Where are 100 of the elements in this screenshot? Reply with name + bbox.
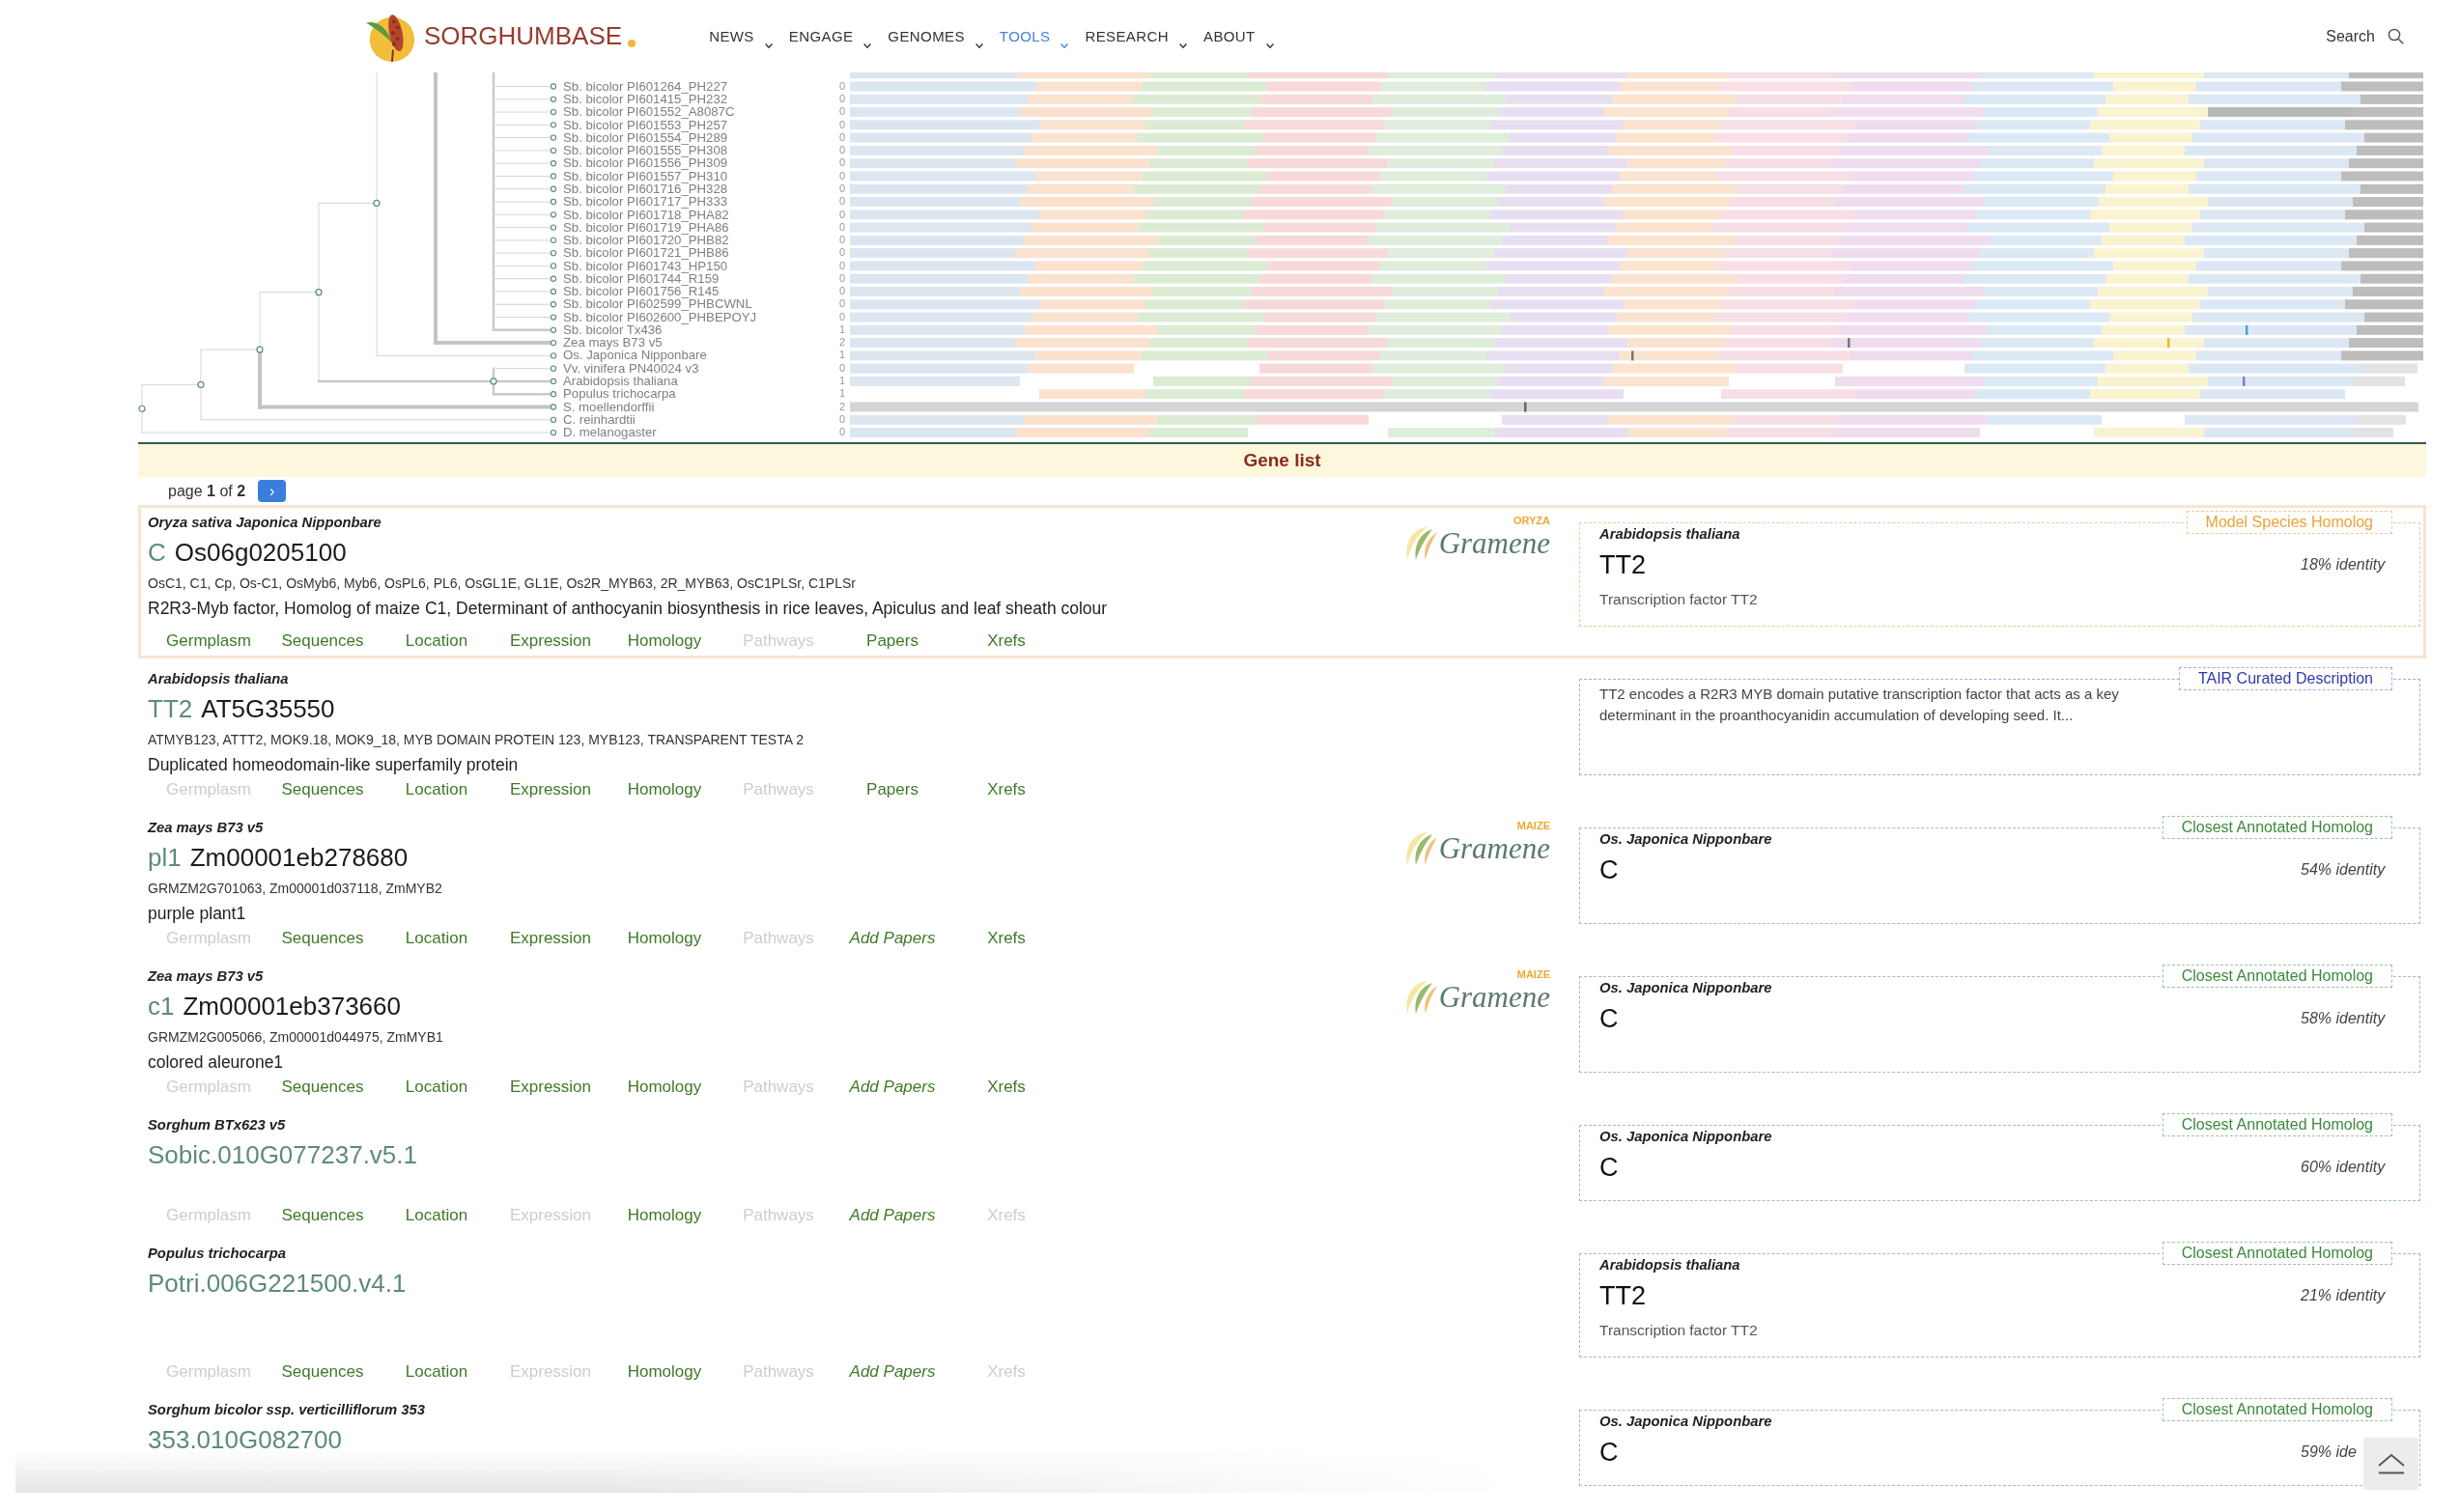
gene-symbol: TT2 (148, 694, 193, 723)
identity-percentage: 54% identity (2301, 861, 2386, 878)
gene-section-link[interactable]: Xrefs (987, 927, 1026, 950)
caret-icon (863, 43, 872, 48)
scroll-to-top-button[interactable] (2363, 1438, 2418, 1490)
gene-section-link[interactable]: Homology (627, 1076, 702, 1099)
gene-id: Zm00001eb373660 (183, 992, 401, 1021)
homolog-type-badge: Model Species Homolog (2186, 511, 2392, 534)
homolog-species-name: Os. Japonica Nipponbare (1599, 831, 1772, 847)
gene-synonyms: GRMZM2G005066, Zm00001d044975, ZmMYB1 (148, 1029, 443, 1045)
nav-menu-item[interactable]: NEWS (709, 24, 773, 48)
taxon-count: 0 (839, 259, 846, 271)
taxon-count: 0 (839, 105, 846, 118)
gene-section-link[interactable]: Homology (627, 1204, 702, 1227)
homolog-symbol: C (1599, 854, 1620, 886)
homolog-species-name: Arabidopsis thaliana (1599, 1257, 1740, 1273)
gene-section-link[interactable]: Sequences (281, 927, 364, 950)
homolog-type-badge: Closest Annotated Homolog (2162, 965, 2392, 988)
gene-section-link[interactable]: Location (405, 1076, 468, 1099)
taxon-label: Sb. bicolor PI602600_PHBEPOYJ (563, 309, 757, 324)
homolog-type-badge: Closest Annotated Homolog (2162, 1398, 2392, 1421)
species-name: Populus trichocarpa (148, 1246, 287, 1261)
gene-section-link[interactable]: Germplasm (166, 630, 251, 653)
taxon-label: Sb. bicolor Tx436 (563, 322, 663, 337)
gene-section-link[interactable]: Location (405, 630, 468, 653)
gene-section-link[interactable]: Add Papers (849, 1360, 936, 1384)
gene-section-link[interactable]: Sequences (281, 1076, 364, 1099)
caret-icon (764, 43, 773, 48)
gene-section-link[interactable]: Papers (866, 778, 919, 801)
gene-section-link[interactable]: Homology (627, 1360, 702, 1384)
taxon-label: C. reinhardtii (563, 411, 636, 427)
gene-section-link[interactable]: Expression (509, 630, 592, 653)
gene-section-link[interactable]: Location (405, 1204, 468, 1227)
gene-section-link[interactable]: Expression (509, 927, 592, 950)
gene-section-link[interactable]: Homology (627, 630, 702, 653)
taxon-count: 0 (839, 361, 846, 374)
taxon-count: 0 (839, 285, 846, 297)
species-name: Sorghum bicolor ssp. verticilliflorum 353 (148, 1402, 425, 1417)
gene-section-link[interactable]: Location (405, 927, 468, 950)
taxon-label: Sb. bicolor PI601719_PHA86 (563, 219, 729, 235)
caret-icon (1179, 43, 1187, 48)
taxon-label: Os. Japonica Nipponbare (563, 348, 707, 363)
gene-list-heading: Gene list (138, 442, 2426, 477)
nav-menu-item[interactable]: TOOLS (999, 24, 1069, 48)
logo-wordmark: Gramene (1438, 980, 1550, 1015)
homolog-species-name: Arabidopsis thaliana (1599, 526, 1740, 542)
gene-section-link[interactable]: Xrefs (987, 778, 1026, 801)
curated-description-text: TT2 encodes a R2R3 MYB domain putative transcription factor that acts as a key determinant in the proanthocyanidin accumulation of developing seed. It... (1599, 685, 2120, 725)
identity-percentage: 18% identity (2301, 556, 2386, 573)
homolog-type-badge: Closest Annotated Homolog (2162, 1113, 2392, 1136)
gene-section-link[interactable]: Sequences (281, 778, 364, 801)
taxon-label: Sb. bicolor PI601415_PH232 (563, 92, 728, 107)
nav-menu-item[interactable]: RESEARCH (1085, 24, 1187, 48)
gene-section-link[interactable]: Add Papers (849, 1204, 936, 1227)
next-page-button[interactable]: › (258, 480, 287, 502)
site-logo-link[interactable]: SORGHUMBASE (365, 9, 636, 64)
taxon-label: Arabidopsis thaliana (563, 373, 678, 388)
gene-section-link[interactable]: Expression (509, 778, 592, 801)
species-name: Oryza sativa Japonica Nipponbare (148, 515, 382, 530)
taxon-label: Sb. bicolor PI601716_PH328 (563, 182, 728, 196)
gene-section-link[interactable]: Location (405, 1360, 468, 1384)
gene-section-link[interactable]: Location (405, 778, 468, 801)
nav-menu-item[interactable]: GENOMES (888, 24, 983, 48)
gene-id: Sobic.010G077237.v5.1 (148, 1140, 417, 1169)
gene-section-link[interactable]: Sequences (281, 1360, 364, 1384)
nav-menu-item[interactable]: ABOUT (1203, 24, 1274, 48)
gene-section-link[interactable]: Sequences (281, 1204, 364, 1227)
taxon-count: 0 (839, 182, 846, 194)
identity-percentage: 60% identity (2301, 1159, 2386, 1175)
gene-section-link[interactable]: Xrefs (987, 1076, 1026, 1099)
homolog-symbol: C (1599, 1003, 1620, 1035)
gene-section-link[interactable]: Papers (866, 630, 919, 653)
search-link[interactable]: Search (2326, 27, 2404, 45)
taxon-count: 1 (839, 349, 846, 361)
species-name: Sorghum BTx623 v5 (148, 1117, 286, 1133)
gene-section-link[interactable]: Sequences (281, 630, 364, 653)
gene-section-link[interactable]: Expression (509, 1076, 592, 1099)
taxon-label: Sb. bicolor PI602599_PHBCWNL (563, 296, 752, 312)
gene-id: Potri.006G221500.v4.1 (148, 1269, 407, 1298)
gene-synonyms: ATMYB123, ATTT2, MOK9.18, MOK9_18, MYB DOMAIN PROTEIN 123, MYB123, TRANSPARENT TESTA 2 (148, 732, 804, 747)
taxon-count: 0 (839, 310, 846, 322)
taxon-label: Sb. bicolor PI601552_A8087C (563, 104, 735, 120)
gene-section-link[interactable]: Add Papers (849, 1076, 936, 1099)
homolog-type-badge: Closest Annotated Homolog (2162, 1242, 2392, 1265)
gene-section-link[interactable]: Homology (627, 927, 702, 950)
taxon-label: Sb. bicolor PI601557_PH310 (563, 168, 728, 183)
gene-section-link[interactable]: Add Papers (849, 927, 936, 950)
caret-icon (1060, 43, 1069, 48)
nav-menu-item[interactable]: ENGAGE (788, 24, 872, 48)
taxon-count: 0 (839, 130, 846, 143)
gene-section-link[interactable]: Homology (627, 778, 702, 801)
species-name: Zea mays B73 v5 (148, 820, 264, 835)
taxon-count: 1 (839, 322, 846, 335)
homolog-description: Transcription factor TT2 (1599, 1322, 1758, 1338)
homolog-symbol: C (1599, 1152, 1620, 1184)
gene-section-link[interactable]: Xrefs (987, 630, 1026, 653)
homolog-species-name: Os. Japonica Nipponbare (1599, 1129, 1772, 1144)
taxon-label: Sb. bicolor PI601554_PH289 (563, 129, 728, 145)
gene-description: Duplicated homeodomain-like superfamily protein (148, 755, 519, 774)
taxon-count: 0 (839, 156, 846, 169)
